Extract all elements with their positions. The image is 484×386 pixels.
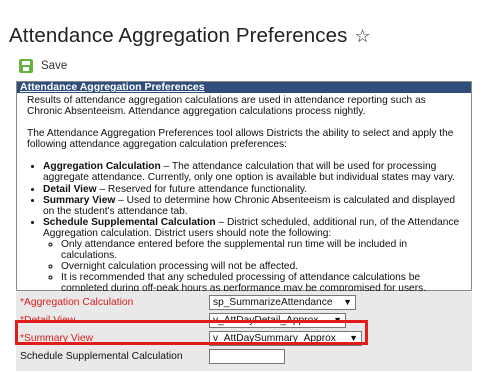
list-item: Detail View – Reserved for future attend… [43,184,463,195]
detail-row: *Detail View v_AttDayDetail_Approx ▼ [16,311,472,329]
aggregation-label: *Aggregation Calculation [20,296,134,308]
panel-header: Attendance Aggregation Preferences [17,82,471,93]
aggregation-select[interactable]: sp_SummarizeAttendance ▼ [209,294,356,310]
schedule-row: Schedule Supplemental Calculation [16,347,472,365]
summary-value: v_AttDaySummary_Approx [213,332,336,344]
preferences-panel: Attendance Aggregation Preferences Resul… [16,81,472,294]
toolbar: Save [0,55,484,77]
list-item-term: Detail View [43,183,97,195]
save-label: Save [41,60,68,72]
intro-paragraph: Results of attendance aggregation calcul… [27,95,426,118]
aggregation-row: *Aggregation Calculation sp_SummarizeAtt… [16,293,472,311]
detail-select[interactable]: v_AttDayDetail_Approx ▼ [209,312,346,328]
list-item-text: – Reserved for future attendance functio… [96,183,308,195]
list-item: Summary View – Used to determine how Chr… [43,195,463,217]
chevron-down-icon: ▼ [343,296,352,307]
summary-select[interactable]: v_AttDaySummary_Approx ▼ [209,330,362,346]
detail-value: v_AttDayDetail_Approx [213,314,319,326]
chevron-down-icon: ▼ [333,314,342,325]
list-item-term: Schedule Supplemental Calculation [43,216,216,228]
tool-description-paragraph: The Attendance Aggregation Preferences t… [27,128,454,151]
preferences-list: Aggregation Calculation – The attendance… [27,161,463,294]
schedule-input[interactable] [209,348,285,364]
summary-label: *Summary View [20,332,94,344]
list-item-term: Summary View [43,194,116,206]
page-title: Attendance Aggregation Preferences [9,24,348,47]
title-bar: Attendance Aggregation Preferences ☆ [0,0,484,50]
detail-label: *Detail View [20,314,76,326]
sub-list-item: Overnight calculation processing will no… [61,261,463,272]
aggregation-value: sp_SummarizeAttendance [213,296,333,308]
save-button[interactable]: Save [19,59,67,73]
panel-body: Results of attendance aggregation calcul… [17,93,471,295]
summary-row: *Summary View v_AttDaySummary_Approx ▼ [16,329,472,347]
star-icon[interactable]: ☆ [354,27,370,45]
sub-list: Only attendance entered before the suppl… [43,239,463,294]
save-icon [19,59,33,73]
preferences-form: *Aggregation Calculation sp_SummarizeAtt… [16,291,472,371]
chevron-down-icon: ▼ [349,332,358,343]
list-item-term: Aggregation Calculation [43,161,161,173]
list-item: Aggregation Calculation – The attendance… [43,161,463,183]
sub-list-item: Only attendance entered before the suppl… [61,239,463,261]
list-item: Schedule Supplemental Calculation – Dist… [43,217,463,295]
schedule-label: Schedule Supplemental Calculation [20,350,183,362]
